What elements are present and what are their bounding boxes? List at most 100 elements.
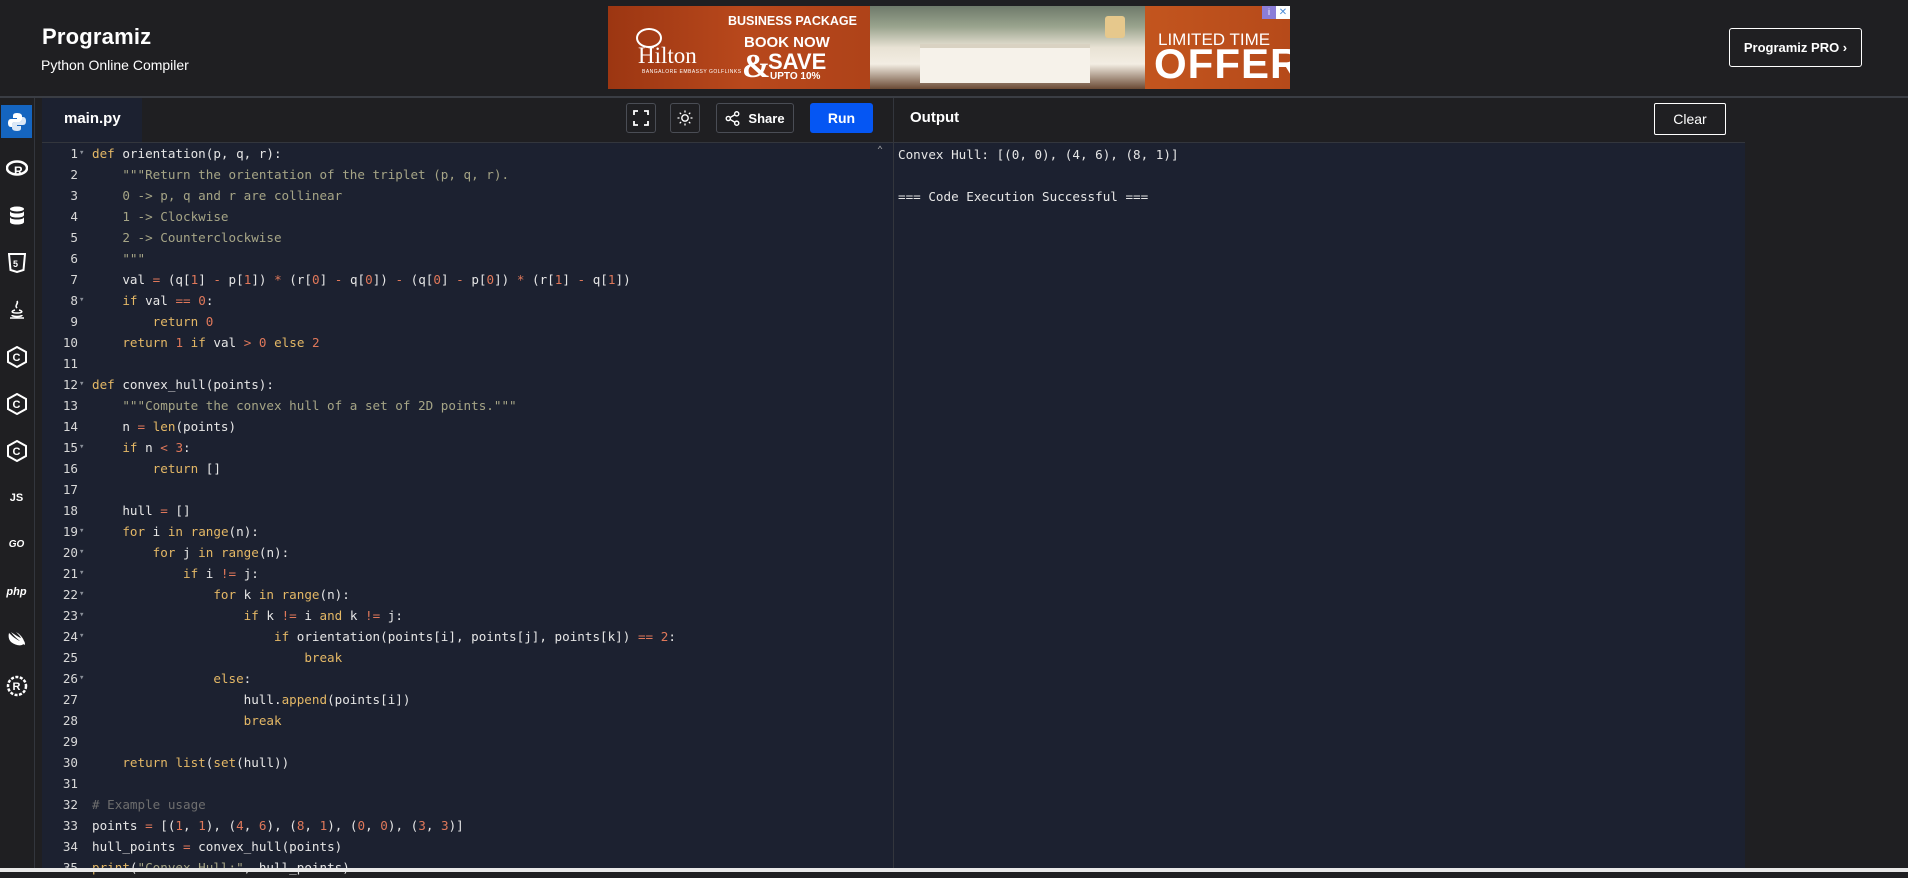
theme-toggle-icon[interactable]	[670, 103, 700, 133]
line-number: 25	[62, 650, 78, 665]
line-number: 17	[62, 482, 78, 497]
code-line[interactable]: 33 points = [(1, 1), (4, 6), (8, 1), (0, …	[42, 815, 892, 836]
code-line[interactable]: 23 ▾ if k != i and k != j:	[42, 605, 892, 626]
code-line[interactable]: 13 """Compute the convex hull of a set o…	[42, 395, 892, 416]
line-number: 26	[62, 671, 78, 686]
code-text: val = (q[1] - p[1]) * (r[0] - q[0]) - (q…	[92, 272, 631, 287]
code-text: if val == 0:	[122, 293, 214, 308]
code-line[interactable]: 12 ▾ def convex_hull(points):	[42, 374, 892, 395]
code-line[interactable]: 31	[42, 773, 892, 794]
code-line[interactable]: 15 ▾ if n < 3:	[42, 437, 892, 458]
output-toolbar: Output Clear	[894, 98, 1745, 143]
fold-toggle-icon[interactable]: ▾	[79, 605, 87, 626]
fold-toggle-icon[interactable]: ▾	[79, 374, 87, 395]
line-number: 15	[62, 440, 78, 455]
code-text: points = [(1, 1), (4, 6), (8, 1), (0, 0)…	[92, 818, 464, 833]
code-line[interactable]: 19 ▾ for i in range(n):	[42, 521, 892, 542]
code-line[interactable]: 4 1 -> Clockwise	[42, 206, 892, 227]
tab-main-py[interactable]: main.py	[42, 98, 142, 142]
run-button[interactable]: Run	[810, 103, 873, 133]
rust-icon[interactable]: R	[1, 669, 32, 702]
ad-upto: UPTO 10%	[770, 71, 821, 82]
fold-toggle-icon[interactable]: ▾	[79, 521, 87, 542]
php-icon[interactable]: php	[1, 575, 32, 608]
code-line[interactable]: 14 n = len(points)	[42, 416, 892, 437]
code-text: if orientation(points[i], points[j], poi…	[273, 629, 676, 644]
output-title: Output	[910, 109, 960, 126]
code-line[interactable]: 24 ▾ if orientation(points[i], points[j],…	[42, 626, 892, 647]
output-line: === Code Execution Successful ===	[898, 189, 1149, 204]
ad-close-icon[interactable]: ✕	[1276, 6, 1290, 19]
python-icon[interactable]	[1, 105, 32, 138]
database-icon[interactable]	[1, 199, 32, 232]
output-console[interactable]: Convex Hull: [(0, 0), (4, 6), (8, 1)] ===…	[898, 144, 1179, 207]
c-icon[interactable]: C	[1, 340, 32, 373]
code-line[interactable]: 7 val = (q[1] - p[1]) * (r[0] - q[0]) - …	[42, 269, 892, 290]
html5-icon[interactable]: 5	[1, 246, 32, 279]
line-number: 8	[70, 293, 78, 308]
cplusplus-icon[interactable]: C	[1, 387, 32, 420]
fold-toggle-icon[interactable]: ▾	[79, 584, 87, 605]
fold-toggle-icon[interactable]: ▾	[79, 437, 87, 458]
fold-toggle-icon[interactable]: ▾	[79, 626, 87, 647]
fullscreen-icon[interactable]	[626, 103, 656, 133]
code-line[interactable]: 11	[42, 353, 892, 374]
line-number: 31	[62, 776, 78, 791]
code-line[interactable]: 9 return 0	[42, 311, 892, 332]
code-line[interactable]: 10 return 1 if val > 0 else 2	[42, 332, 892, 353]
ad-offer: OFFER	[1154, 40, 1290, 87]
code-line[interactable]: 6 """	[42, 248, 892, 269]
ad-info-icon[interactable]: i	[1262, 6, 1276, 19]
code-line[interactable]: 8 ▾ if val == 0:	[42, 290, 892, 311]
code-line[interactable]: 30 return list(set(hull))	[42, 752, 892, 773]
fold-toggle-icon[interactable]: ▾	[79, 542, 87, 563]
code-line[interactable]: 32 # Example usage	[42, 794, 892, 815]
r-icon[interactable]: R	[1, 152, 32, 185]
line-number: 30	[62, 755, 78, 770]
code-text: """Compute the convex hull of a set of 2…	[122, 398, 517, 413]
programiz-logo[interactable]: Programiz	[42, 24, 151, 50]
code-line[interactable]: 29	[42, 731, 892, 752]
code-text: 2 -> Counterclockwise	[92, 230, 282, 245]
share-button[interactable]: Share	[716, 103, 794, 133]
js-icon[interactable]: JS	[1, 481, 32, 514]
java-icon[interactable]	[1, 293, 32, 326]
ad-banner[interactable]: Hilton BANGALORE EMBASSY GOLFLINKS BUSIN…	[608, 6, 1290, 89]
line-number: 11	[62, 356, 78, 371]
csharp-icon[interactable]: C	[1, 434, 32, 467]
code-text: return list(set(hull))	[122, 755, 290, 770]
swift-icon[interactable]	[1, 622, 32, 655]
programiz-pro-button[interactable]: Programiz PRO ›	[1729, 28, 1862, 67]
fold-toggle-icon[interactable]: ▾	[79, 290, 87, 311]
code-line[interactable]: 16 return []	[42, 458, 892, 479]
page-subtitle: Python Online Compiler	[41, 57, 189, 73]
clear-button[interactable]: Clear	[1654, 103, 1726, 135]
code-line[interactable]: 21 ▾ if i != j:	[42, 563, 892, 584]
fold-toggle-icon[interactable]: ▾	[79, 563, 87, 584]
line-number: 33	[62, 818, 78, 833]
line-number: 5	[70, 230, 78, 245]
go-icon[interactable]: GO	[1, 528, 32, 561]
code-area[interactable]: ⌃ 1 ▾ def orientation(p, q, r): 2 """Return…	[42, 143, 893, 875]
code-line[interactable]: 27 hull.append(points[i])	[42, 689, 892, 710]
svg-text:R: R	[12, 681, 20, 693]
code-text: 0 -> p, q and r are collinear	[92, 188, 343, 203]
code-line[interactable]: 34 hull_points = convex_hull(points)	[42, 836, 892, 857]
code-line[interactable]: 20 ▾ for j in range(n):	[42, 542, 892, 563]
code-line[interactable]: 2 """Return the orientation of the tripl…	[42, 164, 892, 185]
code-line[interactable]: 1 ▾ def orientation(p, q, r):	[42, 143, 892, 164]
line-number: 19	[62, 524, 78, 539]
code-line[interactable]: 17	[42, 479, 892, 500]
code-line[interactable]: 25 break	[42, 647, 892, 668]
code-line[interactable]: 3 0 -> p, q and r are collinear	[42, 185, 892, 206]
line-number: 24	[62, 629, 78, 644]
language-sidebar: R 5 C C C JS GO php R	[0, 98, 35, 868]
line-number: 18	[62, 503, 78, 518]
code-line[interactable]: 18 hull = []	[42, 500, 892, 521]
fold-toggle-icon[interactable]: ▾	[79, 143, 87, 164]
code-line[interactable]: 28 break	[42, 710, 892, 731]
code-line[interactable]: 5 2 -> Counterclockwise	[42, 227, 892, 248]
code-line[interactable]: 26 ▾ else:	[42, 668, 892, 689]
fold-toggle-icon[interactable]: ▾	[79, 668, 87, 689]
code-line[interactable]: 22 ▾ for k in range(n):	[42, 584, 892, 605]
